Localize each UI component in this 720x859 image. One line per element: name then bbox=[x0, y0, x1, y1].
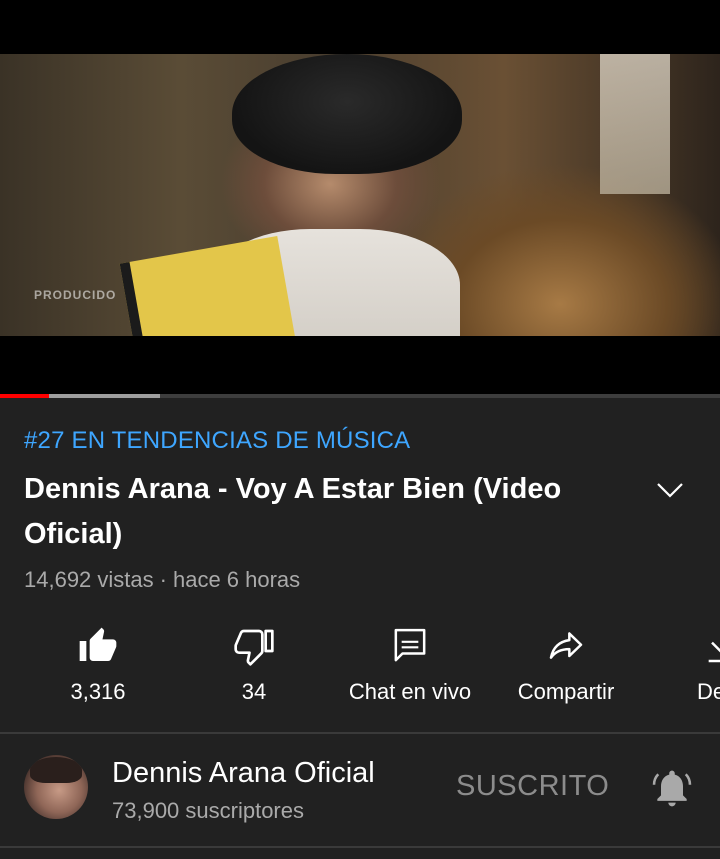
view-count: 14,692 vistas bbox=[24, 567, 154, 592]
thumbs-up-icon bbox=[79, 627, 117, 661]
like-count: 3,316 bbox=[70, 679, 126, 704]
subscribed-button[interactable]: SUSCRITO bbox=[456, 770, 609, 803]
expand-description-button[interactable] bbox=[650, 470, 690, 510]
share-label: Compartir bbox=[517, 679, 615, 704]
share-icon bbox=[549, 632, 583, 659]
bottom-divider bbox=[0, 846, 720, 848]
section-divider bbox=[0, 732, 720, 734]
video-meta: 14,692 vistas · hace 6 horas bbox=[24, 567, 300, 593]
live-chat-label: Chat en vivo bbox=[348, 679, 472, 704]
download-label: Desc bbox=[696, 679, 720, 704]
video-player[interactable]: PRODUCIDO bbox=[0, 0, 720, 398]
share-button[interactable]: Compartir bbox=[488, 618, 644, 718]
live-chat-button[interactable]: Chat en vivo bbox=[332, 618, 488, 718]
channel-avatar[interactable] bbox=[24, 755, 88, 819]
frame-figure-hat bbox=[232, 54, 462, 174]
upload-age: hace 6 horas bbox=[172, 567, 301, 592]
video-frame[interactable]: PRODUCIDO bbox=[0, 54, 720, 336]
like-button[interactable]: 3,316 bbox=[20, 618, 176, 718]
download-icon bbox=[708, 641, 720, 663]
thumbs-down-icon bbox=[234, 629, 274, 666]
avatar-hair bbox=[30, 757, 82, 783]
channel-name[interactable]: Dennis Arana Oficial bbox=[112, 757, 375, 790]
live-chat-icon bbox=[394, 628, 426, 662]
chevron-down-icon bbox=[657, 483, 683, 498]
background-lamp bbox=[600, 54, 670, 194]
subscriber-count: 73,900 suscriptores bbox=[112, 798, 304, 823]
progress-played bbox=[0, 394, 49, 398]
dislike-count: 34 bbox=[241, 679, 267, 704]
frame-book bbox=[119, 235, 297, 336]
video-title[interactable]: Dennis Arana - Voy A Estar Bien (Video O… bbox=[24, 467, 624, 557]
trending-badge[interactable]: #27 EN TENDENCIAS DE MÚSICA bbox=[24, 427, 410, 455]
video-progress-bar[interactable] bbox=[0, 394, 720, 398]
download-button[interactable]: Desc bbox=[644, 618, 720, 718]
notification-bell-button[interactable] bbox=[650, 766, 694, 810]
dislike-button[interactable]: 34 bbox=[176, 618, 332, 718]
meta-separator: · bbox=[159, 567, 167, 592]
action-bar: 3,316 34 Chat en vivo Compartir De bbox=[0, 618, 720, 718]
video-watermark: PRODUCIDO bbox=[34, 288, 117, 302]
notification-bell-icon bbox=[652, 770, 692, 807]
